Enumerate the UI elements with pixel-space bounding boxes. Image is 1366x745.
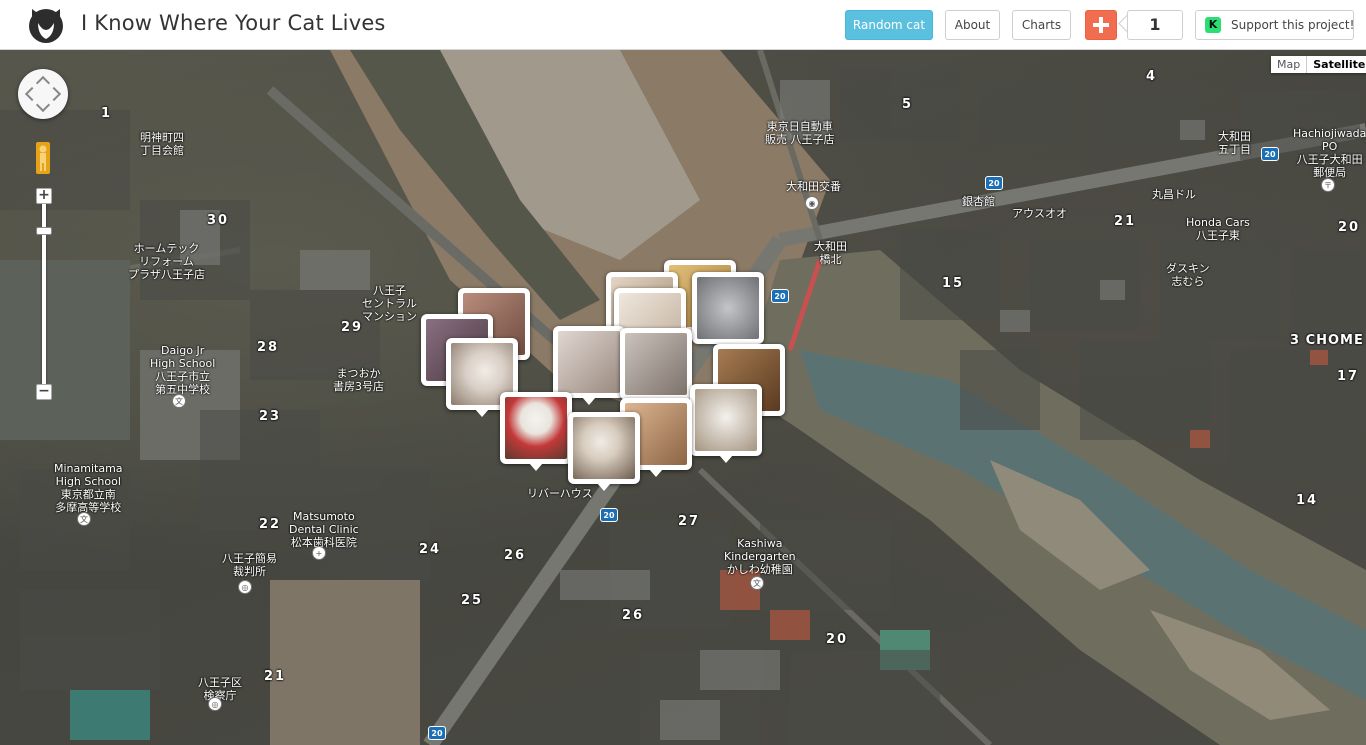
map-label: ダスキン 志むら (1166, 262, 1210, 288)
map-type-satellite-button[interactable]: Satellite (1306, 56, 1366, 73)
kickstarter-icon: K (1205, 17, 1221, 33)
cat-marker-12[interactable] (690, 384, 762, 463)
block-number: 15 (942, 276, 965, 291)
plus-icon-vertical (1099, 17, 1103, 33)
cat-marker-9[interactable] (553, 326, 625, 405)
pan-down-icon[interactable] (35, 97, 51, 113)
route-20-shield: 20 (1261, 147, 1279, 161)
block-number: 14 (1296, 493, 1319, 508)
street-view-pegman-icon[interactable] (36, 142, 50, 174)
block-number: 29 (341, 320, 364, 335)
block-number: 30 (207, 213, 230, 228)
counter-badge: 1 (1127, 10, 1183, 40)
pan-right-icon[interactable] (46, 86, 62, 102)
site-header: I Know Where Your Cat Lives Random cat A… (0, 0, 1366, 50)
block-number: 5 (902, 97, 914, 112)
map-label: Kashiwa Kindergarten かしわ幼稚園 (724, 537, 796, 576)
block-number: 1 (101, 106, 113, 121)
zoom-out-button[interactable]: − (36, 384, 52, 400)
map-label: 八王子区 検察庁 (198, 676, 242, 702)
courthouse-icon[interactable]: ◎ (208, 697, 222, 711)
map-label: 八王子簡易 裁判所 (222, 552, 277, 578)
block-number: 20 (1338, 220, 1361, 235)
school-icon[interactable]: 文 (750, 576, 764, 590)
map-label: Daigo Jr High School 八王子市立 第五中学校 (150, 344, 216, 396)
map-label: アウスオオ (1012, 207, 1067, 220)
block-number: 25 (461, 593, 484, 608)
block-number: 26 (504, 548, 527, 563)
map-label: 東京日自動車 販売 八王子店 (765, 120, 835, 146)
cat-marker-11[interactable] (500, 392, 572, 471)
support-label: Support this project! (1231, 18, 1355, 32)
pan-control[interactable] (18, 69, 68, 119)
map-label: 銀杏館 (962, 195, 995, 208)
map-label: 大和田 五丁目 (1218, 130, 1251, 156)
route-20-shield: 20 (771, 289, 789, 303)
map-label: 八王子 セントラル マンション (362, 284, 417, 323)
route-20-shield: 20 (600, 508, 618, 522)
block-number: 20 (826, 632, 849, 647)
cat-logo-icon[interactable] (26, 7, 66, 43)
about-button[interactable]: About (945, 10, 1000, 40)
block-number: 26 (622, 608, 645, 623)
random-cat-button[interactable]: Random cat (845, 10, 933, 40)
school-icon[interactable]: 文 (77, 512, 91, 526)
map-label: ホームテック リフォーム プラザ八王子店 (128, 242, 205, 281)
site-title: I Know Where Your Cat Lives (81, 11, 386, 35)
add-cat-button[interactable] (1085, 10, 1117, 40)
map-label: 丸昌ドル (1152, 188, 1196, 201)
route-20-shield: 20 (985, 176, 1003, 190)
cat-marker-5[interactable] (692, 272, 764, 351)
block-number: 23 (259, 409, 282, 424)
police-box-icon[interactable]: ◉ (805, 196, 819, 210)
map-label: Minamitama High School 東京都立南 多摩高等学校 (54, 462, 123, 514)
clinic-icon[interactable]: + (312, 546, 326, 560)
map-label: 大和田交番 (786, 180, 841, 193)
map-label: Hachiojiwada PO 八王子大和田 郵便局 (1293, 127, 1366, 179)
block-number: 21 (1114, 214, 1137, 229)
map-label: リバーハウス (527, 487, 593, 500)
charts-button[interactable]: Charts (1012, 10, 1071, 40)
pan-up-icon[interactable] (35, 75, 51, 91)
map-label: 3 CHOME (1290, 333, 1364, 348)
block-number: 28 (257, 340, 280, 355)
map-type-map-button[interactable]: Map (1271, 56, 1306, 73)
map-type-control: Map Satellite (1271, 56, 1366, 73)
map-label: Matsumoto Dental Clinic 松本歯科医院 (289, 510, 359, 549)
block-number: 22 (259, 517, 282, 532)
satellite-map[interactable]: Map Satellite + − 明神町四 丁目会館 ホームテック リフォーム プラ… (0, 50, 1366, 745)
map-label: 明神町四 丁目会館 (140, 131, 184, 157)
cat-marker-10[interactable] (620, 328, 692, 407)
route-20-shield: 20 (428, 726, 446, 740)
school-icon[interactable]: 文 (172, 394, 186, 408)
map-label: まつおか 書房3号店 (333, 367, 384, 393)
support-project-button[interactable]: K Support this project! (1195, 10, 1354, 40)
zoom-slider-handle[interactable] (36, 227, 52, 235)
cat-marker-14[interactable] (568, 412, 640, 491)
block-number: 21 (264, 669, 287, 684)
map-label: Honda Cars 八王子東 (1186, 216, 1250, 242)
pan-left-icon[interactable] (24, 86, 40, 102)
block-number: 17 (1337, 369, 1360, 384)
block-number: 4 (1146, 69, 1158, 84)
map-label: 大和田 橋北 (814, 240, 847, 266)
block-number: 27 (678, 514, 701, 529)
courthouse-icon[interactable]: ◎ (238, 580, 252, 594)
block-number: 24 (419, 542, 442, 557)
zoom-in-button[interactable]: + (36, 188, 52, 204)
post-office-icon[interactable]: 〒 (1321, 178, 1335, 192)
